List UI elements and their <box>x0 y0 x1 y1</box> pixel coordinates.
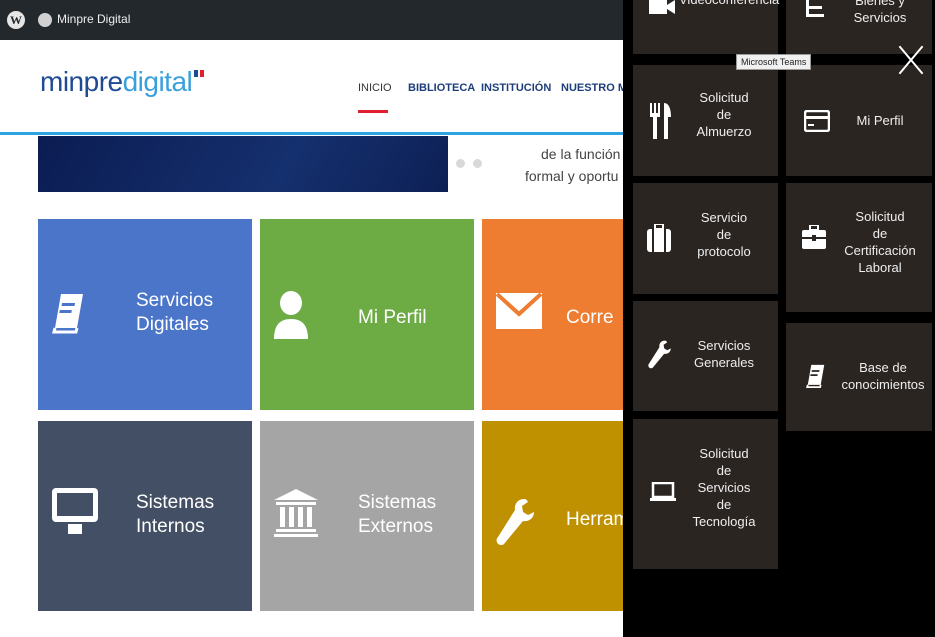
site-icon <box>38 13 52 27</box>
logo-text-part1: minpre <box>40 66 123 97</box>
bank-icon <box>274 489 318 537</box>
overlay-tile-label: Bienes y Servicios <box>853 0 907 25</box>
overlay-tile-label: Solicitud de Almuerzo <box>696 90 752 139</box>
book-icon <box>52 294 83 334</box>
luggage-icon <box>647 224 671 252</box>
user-icon <box>274 291 308 339</box>
wrench-icon <box>496 499 534 545</box>
overlay-tile-solicitud-almuerzo[interactable]: Solicitud de Almuerzo <box>633 65 778 176</box>
tile-label: Sistemas Externos <box>358 492 437 537</box>
monitor-icon <box>52 488 98 534</box>
apps-overlay-panel: Videoconferencia Bienes yServicios Solic… <box>623 0 935 637</box>
tile-herramientas[interactable]: Herrami <box>482 421 634 611</box>
hero-text: de la función formal y oportu <box>525 143 620 187</box>
briefcase-icon <box>802 225 826 249</box>
envelope-icon <box>496 293 542 329</box>
overlay-tile-servicios-generales[interactable]: Servicios Generales <box>633 301 778 411</box>
overlay-tile-label: Servicios Generales <box>694 338 754 370</box>
overlay-tile-label: Solicitud de Certificación Laboral <box>844 209 916 275</box>
nav-institucion[interactable]: INSTITUCIÓN <box>481 82 551 94</box>
overlay-tile-servicios-tecnologia[interactable]: Solicitud de Servicios de Tecnología <box>633 419 778 569</box>
overlay-tile-videoconferencia[interactable]: Videoconferencia <box>633 0 779 54</box>
video-camera-icon <box>649 0 675 14</box>
book-icon <box>806 364 825 389</box>
header-divider <box>0 132 623 135</box>
overlay-tile-label: Servicio de protocolo <box>697 210 751 259</box>
overlay-tile-label: Solicitud de Servicios de Tecnología <box>692 446 756 529</box>
overlay-tile-certificacion-laboral[interactable]: Solicitud de Certificación Laboral <box>786 183 932 312</box>
hero-text-line2: formal y oportu <box>525 168 619 184</box>
site-name-link[interactable]: Minpre Digital <box>57 12 130 26</box>
laptop-icon <box>650 482 676 501</box>
cart-icon <box>806 0 824 17</box>
tile-correo[interactable]: Corre <box>482 219 623 410</box>
carousel-dots[interactable] <box>456 155 490 173</box>
nav-active-indicator <box>358 110 388 113</box>
hero-image <box>38 136 448 192</box>
overlay-tile-label: Mi Perfil <box>856 113 904 128</box>
hero-text-line1: de la función <box>541 146 621 162</box>
flag-icon <box>194 70 205 77</box>
id-card-icon <box>804 110 830 132</box>
overlay-tile-mi-perfil[interactable]: Mi Perfil <box>786 65 932 176</box>
tile-sistemas-internos[interactable]: Sistemas Internos <box>38 421 252 611</box>
wordpress-icon[interactable]: W <box>7 11 25 29</box>
cutlery-icon <box>650 103 671 139</box>
tile-label: Mi Perfil <box>358 307 427 328</box>
logo-text-part2: digital <box>122 66 193 97</box>
tooltip-microsoft-teams: Microsoft Teams <box>736 54 812 70</box>
close-icon[interactable] <box>898 44 924 74</box>
tile-servicios-digitales[interactable]: Servicios Digitales <box>38 219 252 410</box>
wrench-icon <box>648 340 671 369</box>
nav-inicio[interactable]: INICIO <box>358 82 392 94</box>
tile-label: Sistemas Internos <box>136 492 215 537</box>
tile-label: Corre <box>566 307 614 328</box>
tile-sistemas-externos[interactable]: Sistemas Externos <box>260 421 474 611</box>
overlay-tile-base-conocimientos[interactable]: Base de conocimientos <box>786 323 932 431</box>
carousel-dot[interactable] <box>473 159 482 168</box>
carousel-dot[interactable] <box>456 159 465 168</box>
nav-biblioteca[interactable]: BIBLIOTECA <box>408 82 475 94</box>
overlay-tile-label: Base de conocimientos <box>841 360 925 392</box>
tile-mi-perfil[interactable]: Mi Perfil <box>260 219 474 410</box>
tile-label: Servicios Digitales <box>136 290 214 335</box>
overlay-tile-label: Videoconferencia <box>679 0 779 8</box>
minpre-logo[interactable]: minpredigital <box>40 66 205 98</box>
overlay-tile-servicio-protocolo[interactable]: Servicio de protocolo <box>633 183 778 294</box>
